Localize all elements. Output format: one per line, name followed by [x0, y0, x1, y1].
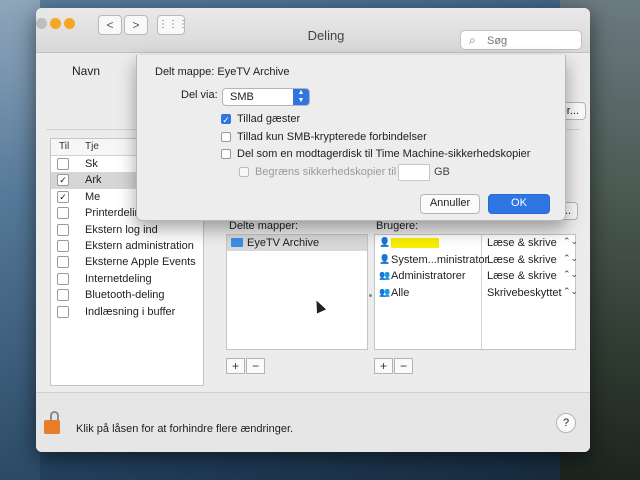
service-checkbox[interactable]: ✓	[57, 174, 69, 187]
service-row[interactable]: Ekstern administration	[51, 238, 203, 254]
time-machine-label: Del som en modtagerdisk til Time Machine…	[237, 148, 531, 160]
desktop-wallpaper-left	[0, 0, 40, 480]
users-label: Brugere:	[376, 220, 419, 232]
smb-encrypted-checkbox[interactable]	[221, 132, 231, 142]
redacted-username	[391, 238, 439, 248]
user-name: System...ministrator	[391, 253, 489, 266]
service-checkbox[interactable]	[57, 305, 69, 318]
lock-hint-text: Klik på låsen for at forhindre flere ænd…	[76, 423, 294, 435]
limit-backups-checkbox	[239, 167, 249, 177]
ok-button[interactable]: OK	[488, 194, 550, 214]
search-icon: ⌕	[469, 33, 476, 47]
service-checkbox[interactable]	[57, 289, 69, 302]
share-via-label: Del via:	[181, 89, 218, 101]
add-user-button[interactable]: +	[374, 358, 393, 374]
service-checkbox[interactable]	[57, 158, 69, 170]
footer-bar: Klik på låsen for at forhindre flere ænd…	[36, 392, 590, 452]
close-window-button[interactable]	[36, 18, 47, 29]
splitter-handle[interactable]	[369, 294, 372, 297]
service-label: Eksterne Apple Events	[85, 256, 196, 269]
chevron-updown-icon: ⌃⌄	[563, 285, 579, 296]
user-row[interactable]: 👥 Administratorer Læse & skrive ⌃⌄	[375, 268, 579, 285]
computer-name-label: Navn	[72, 64, 101, 78]
sheet-folder-title: Delt mappe: EyeTV Archive	[155, 66, 290, 78]
share-via-popup[interactable]: SMB ▲ ▼	[222, 88, 310, 106]
time-machine-checkbox[interactable]	[221, 149, 231, 159]
permission-popup[interactable]: Skrivebeskyttet	[487, 287, 562, 299]
service-label: Bluetooth-deling	[85, 289, 165, 302]
service-label: Ark	[85, 174, 102, 187]
title-bar: < > ⋮⋮⋮ Deling ⌕	[36, 8, 590, 53]
service-row[interactable]: Indlæsning i buffer	[51, 304, 203, 320]
service-label: Internetdeling	[85, 272, 152, 285]
minimize-window-button[interactable]	[50, 18, 61, 29]
service-row[interactable]: Bluetooth-deling	[51, 287, 203, 303]
allow-guests-checkbox[interactable]: ✓	[221, 114, 231, 125]
sharing-preferences-window: < > ⋮⋮⋮ Deling ⌕ Navn er... Til Tje Sk✓A…	[36, 8, 590, 452]
service-label: Indlæsning i buffer	[85, 305, 176, 318]
service-checkbox[interactable]	[57, 272, 69, 285]
users-list[interactable]: 👤 Læse & skrive ⌃⌄ 👤 System...ministrator Læs…	[374, 234, 579, 350]
search-input[interactable]	[485, 33, 579, 49]
remove-folder-button[interactable]: −	[246, 358, 265, 374]
user-row[interactable]: 👥 Alle Skrivebeskyttet ⌃⌄	[375, 285, 579, 302]
cancel-button[interactable]: Annuller	[420, 194, 480, 214]
add-folder-button[interactable]: +	[226, 358, 245, 374]
remove-user-button[interactable]: −	[394, 358, 413, 374]
group-icon: 👥	[379, 270, 391, 280]
service-label: Ekstern administration	[85, 239, 194, 252]
service-checkbox[interactable]: ✓	[57, 190, 69, 203]
chevron-updown-icon: ⌃⌄	[563, 252, 579, 263]
service-checkbox[interactable]	[57, 207, 69, 220]
service-checkbox[interactable]	[57, 239, 69, 252]
user-row[interactable]: 👤 System...ministrator Læse & skrive ⌃⌄	[375, 252, 579, 269]
popup-arrows-icon: ▲ ▼	[293, 89, 309, 105]
folder-add-remove: + −	[226, 358, 266, 374]
limit-unit-label: GB	[434, 166, 450, 178]
permission-popup[interactable]: Læse & skrive	[487, 237, 557, 249]
header-service: Tje	[85, 141, 99, 152]
shared-folders-label: Delte mapper:	[229, 220, 299, 232]
folder-icon	[231, 238, 243, 247]
shared-folders-list[interactable]: EyeTV Archive	[226, 234, 368, 350]
search-field[interactable]: ⌕	[460, 30, 582, 50]
user-add-remove: + −	[374, 358, 414, 374]
back-button[interactable]: <	[98, 15, 122, 35]
zoom-window-button[interactable]	[64, 18, 75, 29]
folder-row[interactable]: EyeTV Archive	[227, 235, 367, 251]
service-row[interactable]: Internetdeling	[51, 271, 203, 287]
user-row[interactable]: 👤 Læse & skrive ⌃⌄	[375, 235, 579, 252]
service-checkbox[interactable]	[57, 256, 69, 269]
person-icon: 👤	[379, 253, 391, 264]
service-label: Sk	[85, 158, 98, 170]
chevron-updown-icon: ⌃⌄	[563, 236, 579, 246]
lock-body	[44, 420, 60, 434]
window-title: Deling	[307, 28, 345, 43]
service-row[interactable]: Ekstern log ind	[51, 222, 203, 238]
permission-popup[interactable]: Læse & skrive	[487, 254, 557, 266]
service-label: Ekstern log ind	[85, 223, 158, 236]
folder-name: EyeTV Archive	[247, 237, 320, 249]
permission-popup[interactable]: Læse & skrive	[487, 270, 557, 282]
service-row[interactable]: Eksterne Apple Events	[51, 254, 203, 270]
group-icon: 👥	[379, 286, 391, 297]
show-all-grid-button[interactable]: ⋮⋮⋮	[157, 15, 188, 35]
share-via-value: SMB	[230, 91, 254, 103]
limit-gb-input	[398, 164, 430, 181]
allow-guests-label: Tillad gæster	[237, 113, 301, 125]
help-button[interactable]: ?	[556, 413, 576, 433]
service-checkbox[interactable]	[57, 223, 69, 236]
lock-icon[interactable]	[44, 411, 60, 434]
limit-backups-label: Begræns sikkerhedskopier til	[255, 166, 397, 178]
service-label: Me	[85, 190, 101, 203]
header-on: Til	[59, 141, 70, 152]
folder-options-sheet: Delt mappe: EyeTV Archive Del via: SMB ▲…	[136, 55, 566, 221]
smb-encrypted-label: Tillad kun SMB-krypterede forbindelser	[237, 131, 427, 143]
user-name: Alle	[391, 286, 410, 299]
person-icon: 👤	[379, 237, 391, 247]
chevron-updown-icon: ⌃⌄	[563, 269, 579, 279]
forward-button[interactable]: >	[124, 15, 148, 35]
user-name: Administratorer	[391, 270, 466, 282]
